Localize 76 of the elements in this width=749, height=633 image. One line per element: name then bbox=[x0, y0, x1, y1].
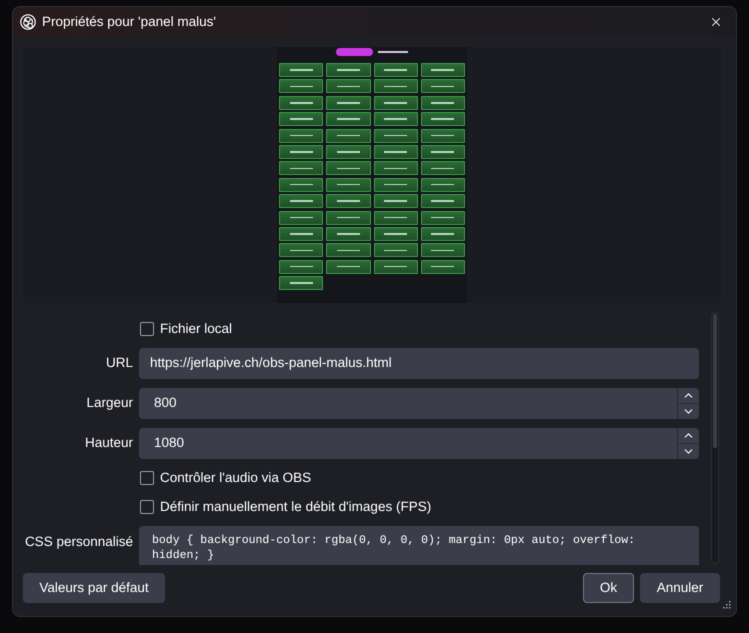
preview-tile bbox=[420, 243, 465, 258]
preview-tile bbox=[420, 226, 465, 241]
preview-tile bbox=[326, 128, 370, 143]
preview-tile bbox=[420, 128, 465, 143]
preview-tile bbox=[420, 63, 465, 77]
css-text-area[interactable]: body { background-color: rgba(0, 0, 0, 0); margin: 0px auto; overflow: hidden; } bbox=[139, 526, 699, 565]
preview-tile bbox=[279, 79, 324, 94]
preview-tile bbox=[374, 243, 418, 258]
preview-tile bbox=[374, 63, 418, 77]
preview-tile bbox=[326, 144, 370, 159]
preview-tile bbox=[279, 226, 324, 241]
close-button[interactable] bbox=[709, 15, 723, 29]
preview-tile bbox=[374, 194, 418, 208]
preview-tile bbox=[374, 161, 418, 176]
preview-tile bbox=[279, 276, 324, 290]
preview-tile bbox=[279, 128, 324, 143]
preview-tile bbox=[374, 144, 418, 159]
preview-tile bbox=[420, 194, 465, 208]
preview-tile bbox=[420, 260, 465, 274]
preview-tile bbox=[374, 128, 418, 143]
preview-tile bbox=[279, 161, 324, 176]
preview-tile bbox=[374, 96, 418, 110]
preview-tile bbox=[374, 226, 418, 241]
window-title: Propriétés pour 'panel malus' bbox=[42, 12, 216, 31]
preview-tile bbox=[326, 63, 370, 77]
preview-tile bbox=[374, 260, 418, 274]
preview-tile bbox=[279, 96, 324, 110]
dialog-button[interactable]: Valeurs par défaut bbox=[23, 573, 165, 603]
preview-tile bbox=[326, 96, 370, 110]
preview-tile bbox=[279, 112, 324, 126]
resize-grip-icon bbox=[722, 600, 731, 609]
field-label: Hauteur bbox=[84, 434, 133, 452]
preview-tile bbox=[279, 178, 324, 192]
preview-tile bbox=[374, 112, 418, 126]
logo-icon bbox=[20, 14, 36, 30]
close-icon bbox=[709, 15, 723, 29]
preview-tile bbox=[374, 79, 418, 94]
preview-tile bbox=[420, 79, 465, 94]
preview-tile bbox=[279, 210, 324, 225]
preview-tile bbox=[326, 79, 370, 94]
preview-tile bbox=[420, 161, 465, 176]
preview-tile bbox=[420, 112, 465, 126]
dialog-button[interactable]: Ok bbox=[583, 573, 634, 603]
checkbox-label: Définir manuellement le débit d'images (FPS) bbox=[160, 498, 432, 516]
preview-tile bbox=[420, 210, 465, 225]
preview-tile bbox=[326, 194, 370, 208]
preview-tile bbox=[326, 226, 370, 241]
preview-tile bbox=[326, 260, 370, 274]
number-field[interactable]: 1080 bbox=[139, 428, 699, 459]
preview-tile bbox=[420, 178, 465, 192]
dialog-button[interactable]: Annuler bbox=[640, 573, 720, 603]
preview-tile bbox=[279, 243, 324, 258]
checkbox-label: Contrôler l'audio via OBS bbox=[160, 468, 312, 487]
preview-tile bbox=[420, 144, 465, 159]
preview-tile bbox=[326, 112, 370, 126]
number-field[interactable]: 800 bbox=[139, 388, 699, 419]
preview-tile bbox=[420, 96, 465, 110]
preview-tile bbox=[326, 210, 370, 225]
field-label: URL bbox=[106, 354, 133, 372]
preview-tile bbox=[279, 144, 324, 159]
preview-pill bbox=[336, 48, 373, 56]
preview-tile bbox=[279, 194, 324, 208]
preview-tile bbox=[374, 178, 418, 192]
preview-tile bbox=[326, 161, 370, 176]
preview-tile bbox=[326, 243, 370, 258]
checkbox[interactable] bbox=[140, 322, 154, 336]
preview-tile bbox=[279, 260, 324, 274]
preview-tile bbox=[279, 63, 324, 77]
field-label: Largeur bbox=[86, 394, 133, 412]
url-field[interactable]: https://jerlapive.ch/obs-panel-malus.html bbox=[139, 348, 699, 379]
preview-tile bbox=[374, 210, 418, 225]
checkbox[interactable] bbox=[140, 500, 154, 514]
checkbox-label: Fichier local bbox=[160, 320, 232, 338]
preview-tile bbox=[326, 178, 370, 192]
field-label: CSS personnalisé bbox=[24, 533, 133, 551]
checkbox[interactable] bbox=[140, 471, 154, 485]
